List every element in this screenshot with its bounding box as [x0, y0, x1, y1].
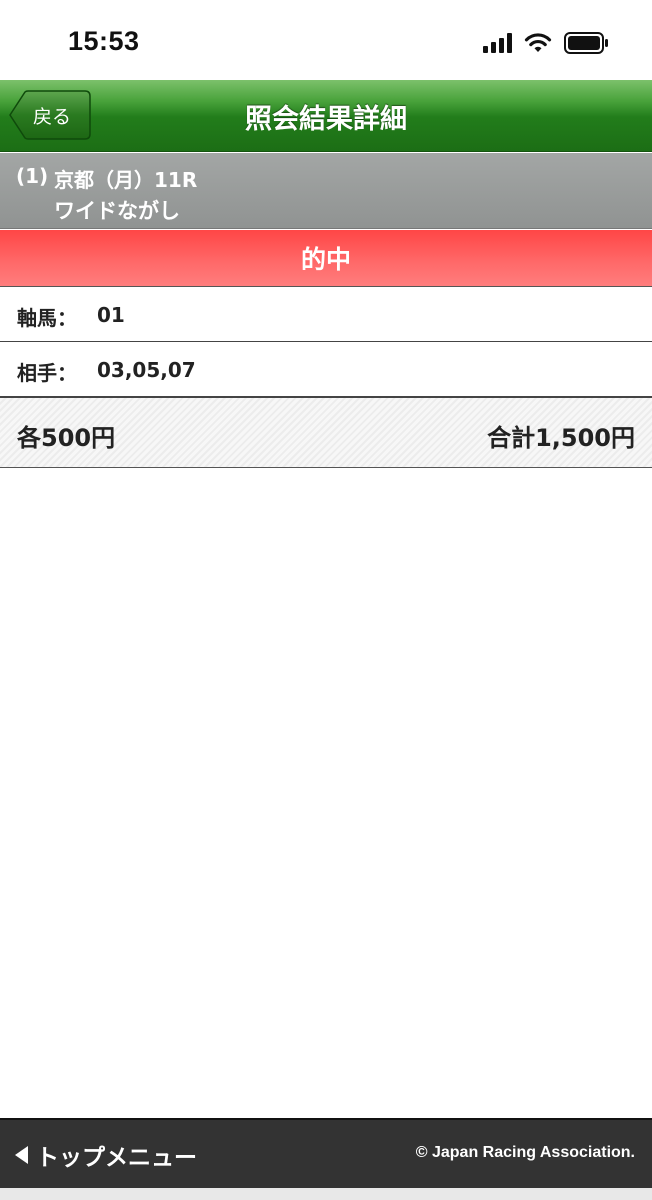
axis-horse-label: 軸馬： [17, 306, 77, 330]
total-amount: 合計1,500円 [487, 424, 635, 452]
result-status: 的中 [300, 245, 351, 274]
axis-horse-row: 軸馬： 01 [0, 288, 652, 342]
wifi-icon [524, 32, 552, 54]
footer: トップメニュー © Japan Racing Association. [0, 1118, 652, 1188]
amount-row: 各500円 合計1,500円 [0, 397, 652, 468]
status-bar: 15:53 [0, 0, 652, 80]
battery-icon [564, 32, 610, 54]
nav-bar: 戻る 照会結果詳細 [0, 80, 652, 152]
status-icons [483, 30, 610, 56]
top-menu-link[interactable]: トップメニュー [15, 1138, 197, 1172]
race-number: (1) [16, 164, 49, 188]
partner-row: 相手： 03,05,07 [0, 343, 652, 397]
page-title: 照会結果詳細 [245, 104, 407, 135]
bet-type: ワイドながし [54, 199, 180, 223]
result-banner: 的中 [0, 230, 652, 287]
status-time: 15:53 [68, 26, 140, 56]
race-name: 京都（月）11R [54, 168, 198, 192]
bottom-strip [0, 1188, 652, 1200]
partner-value: 03,05,07 [97, 358, 196, 382]
unit-amount: 各500円 [17, 424, 116, 452]
cellular-signal-icon [483, 33, 512, 53]
top-menu-label: トップメニュー [36, 1145, 197, 1171]
axis-horse-value: 01 [97, 303, 125, 327]
copyright: © Japan Racing Association. [415, 1144, 635, 1161]
triangle-left-icon [15, 1146, 28, 1164]
partner-label: 相手： [17, 361, 77, 385]
race-header: (1) 京都（月）11R ワイドながし [0, 153, 652, 229]
